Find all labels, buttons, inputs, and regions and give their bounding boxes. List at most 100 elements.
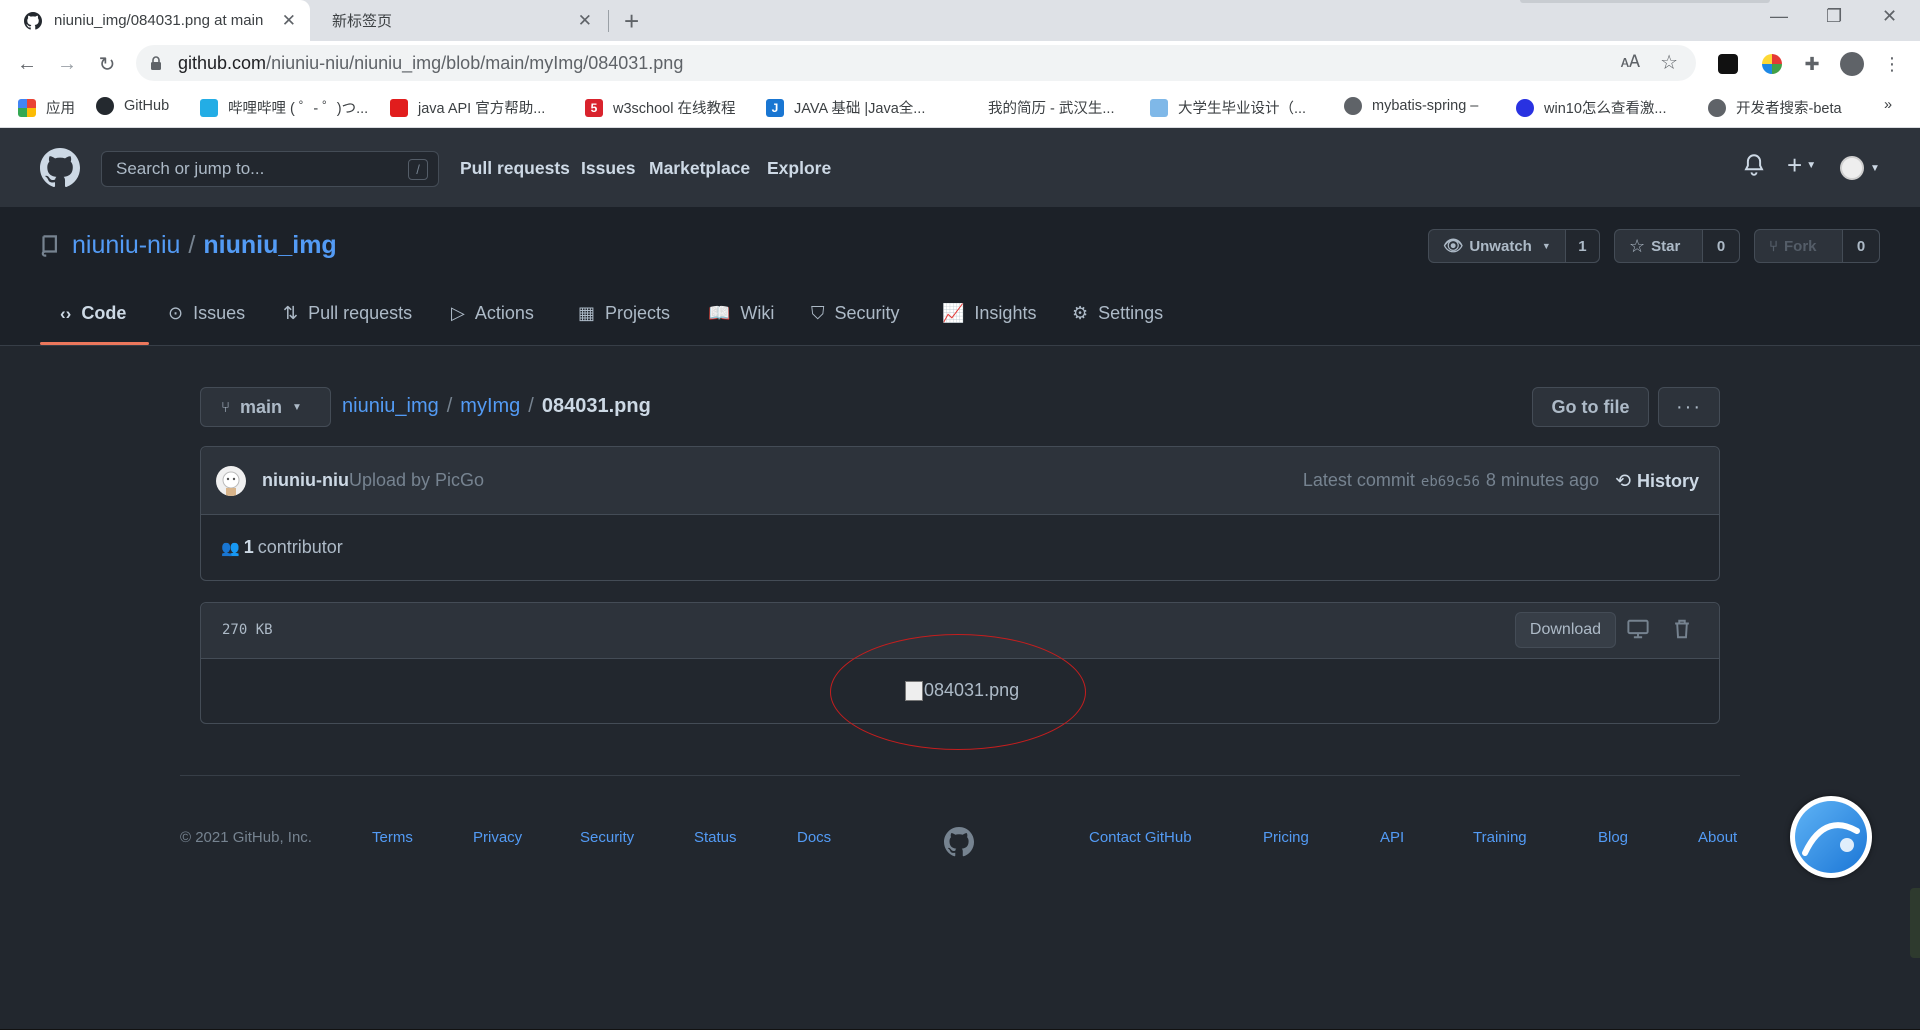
breadcrumb-repo-link[interactable]: niuniu_img — [342, 395, 439, 418]
restore-icon[interactable]: ❐ — [1826, 6, 1842, 27]
commit-message-link[interactable]: Upload by PicGo — [349, 470, 484, 491]
tab-divider — [608, 10, 609, 32]
fork-button[interactable]: ⑂ Fork 0 — [1754, 229, 1880, 263]
browser-toolbar: ← → ↻ github.com/niuniu-niu/niuniu_img/b… — [0, 41, 1920, 87]
bookmark-resume[interactable]: 我的简历 - 武汉生... — [960, 97, 1114, 118]
commit-meta: Latest commit eb69c56 8 minutes ago — [1303, 470, 1599, 491]
window-close-icon[interactable]: ✕ — [1882, 6, 1897, 27]
repo-name-link[interactable]: niuniu_img — [203, 231, 336, 260]
fork-count[interactable]: 0 — [1843, 230, 1879, 262]
create-new-menu[interactable]: + ▼ — [1787, 152, 1816, 178]
profile-icon[interactable] — [1840, 52, 1864, 76]
trash-icon[interactable] — [1671, 618, 1693, 640]
nav-marketplace[interactable]: Marketplace — [649, 158, 750, 179]
browser-menu-icon[interactable]: ⋮ — [1880, 52, 1904, 76]
footer-link-docs[interactable]: Docs — [797, 829, 831, 846]
extension-dark-icon[interactable] — [1716, 52, 1740, 76]
desktop-icon[interactable] — [1627, 618, 1649, 640]
repo-tab-insights[interactable]: 📈 Insights — [942, 303, 1036, 346]
lock-icon — [151, 56, 161, 70]
repo-tab-settings[interactable]: ⚙ Settings — [1072, 303, 1163, 346]
go-to-file-button[interactable]: Go to file — [1532, 387, 1649, 427]
translate-icon[interactable]: 🗚 — [1621, 52, 1640, 72]
browser-tab-inactive[interactable]: 新标签页 ✕ — [310, 0, 606, 41]
bookmark-apps[interactable]: 应用 — [18, 97, 75, 118]
bookmark-graduation[interactable]: 大学生毕业设计（... — [1150, 97, 1306, 118]
extension-globe-icon[interactable] — [1760, 52, 1784, 76]
download-button[interactable]: Download — [1515, 612, 1616, 648]
bookmark-w3school[interactable]: 5 w3school 在线教程 — [585, 97, 735, 118]
footer-link-contact[interactable]: Contact GitHub — [1089, 829, 1192, 846]
bookmark-java-api[interactable]: java API 官方帮助... — [390, 97, 545, 118]
extensions-puzzle-icon[interactable]: ✚ — [1800, 52, 1824, 76]
history-icon: ⟲ — [1615, 471, 1631, 492]
bookmarks-more[interactable]: » — [1884, 97, 1892, 113]
browser-tab-active[interactable]: niuniu_img/084031.png at main ✕ — [0, 0, 310, 41]
nav-issues[interactable]: Issues — [581, 158, 635, 179]
fork-main[interactable]: ⑂ Fork — [1755, 230, 1843, 262]
bookmark-java-basic[interactable]: J JAVA 基础 |Java全... — [766, 97, 925, 118]
star-button[interactable]: ☆ Star 0 — [1614, 229, 1740, 263]
github-icon — [96, 97, 114, 115]
repo-tab-projects[interactable]: ▦ Projects — [578, 303, 670, 346]
more-options-button[interactable]: ··· — [1658, 387, 1720, 427]
file-size: 270 KB — [222, 622, 273, 638]
watch-main[interactable]: 👁 Unwatch ▼ — [1429, 230, 1566, 262]
bookmark-dev-search[interactable]: 开发者搜索-beta — [1708, 97, 1842, 118]
watch-count[interactable]: 1 — [1565, 230, 1599, 262]
commit-sha-link[interactable]: eb69c56 — [1421, 474, 1480, 490]
star-count[interactable]: 0 — [1703, 230, 1739, 262]
tab-close-icon[interactable]: ✕ — [578, 11, 592, 31]
tab-close-icon[interactable]: ✕ — [282, 11, 296, 31]
repo-tab-code[interactable]: ‹› Code — [60, 303, 126, 346]
nav-pull-requests[interactable]: Pull requests — [460, 158, 570, 179]
footer-link-status[interactable]: Status — [694, 829, 737, 846]
star-main[interactable]: ☆ Star — [1615, 230, 1703, 262]
bilibili-icon — [200, 98, 218, 117]
bookmark-win10[interactable]: win10怎么查看激... — [1516, 97, 1666, 118]
history-link[interactable]: ⟲ History — [1615, 470, 1699, 493]
footer-link-about[interactable]: About — [1698, 829, 1737, 846]
browser-chrome: niuniu_img/084031.png at main ✕ 新标签页 ✕ +… — [0, 0, 1920, 128]
watch-button[interactable]: 👁 Unwatch ▼ 1 — [1428, 229, 1600, 263]
footer-link-blog[interactable]: Blog — [1598, 829, 1628, 846]
git-pull-request-icon: ⇅ — [283, 303, 299, 323]
plus-icon: + — [1787, 150, 1803, 180]
floating-assistant-ball[interactable] — [1790, 796, 1872, 878]
repo-tab-issues[interactable]: ⊙ Issues — [168, 303, 245, 346]
new-tab-icon[interactable]: + — [624, 6, 639, 37]
bookmark-star-icon[interactable]: ☆ — [1660, 50, 1678, 75]
footer-link-api[interactable]: API — [1380, 829, 1404, 846]
footer-link-training[interactable]: Training — [1473, 829, 1527, 846]
breadcrumb-dir-link[interactable]: myImg — [460, 395, 520, 418]
repo-tab-security[interactable]: ⛉ Security — [811, 303, 900, 346]
footer-link-terms[interactable]: Terms — [372, 829, 413, 846]
address-bar[interactable]: github.com/niuniu-niu/niuniu_img/blob/ma… — [136, 45, 1696, 81]
avatar[interactable] — [216, 466, 246, 496]
search-input[interactable]: Search or jump to... / — [101, 151, 439, 187]
nav-explore[interactable]: Explore — [767, 158, 831, 179]
bookmark-label: w3school 在线教程 — [613, 101, 736, 117]
repo-tab-pull-requests[interactable]: ⇅ Pull requests — [283, 303, 412, 346]
footer-link-pricing[interactable]: Pricing — [1263, 829, 1309, 846]
bookmark-bilibili[interactable]: 哔哩哔哩 ( ゜- ゜)つ... — [200, 97, 368, 118]
footer-github-logo-icon[interactable] — [944, 827, 974, 857]
reload-icon[interactable]: ↻ — [94, 51, 120, 77]
repo-tab-actions[interactable]: ▷ Actions — [451, 303, 534, 346]
footer-link-security[interactable]: Security — [580, 829, 634, 846]
forward-icon[interactable]: → — [54, 51, 80, 77]
footer-link-privacy[interactable]: Privacy — [473, 829, 522, 846]
back-icon[interactable]: ← — [14, 51, 40, 77]
bookmark-github[interactable]: GitHub — [96, 97, 169, 115]
notifications-bell-icon[interactable] — [1744, 154, 1764, 176]
user-menu[interactable]: ▼ — [1840, 156, 1880, 180]
repo-owner-link[interactable]: niuniu-niu — [72, 231, 180, 260]
minimize-icon[interactable]: — — [1770, 6, 1788, 27]
repo-tab-wiki[interactable]: 📖 Wiki — [708, 303, 774, 346]
url-path: /niuniu-niu/niuniu_img/blob/main/myImg/0… — [266, 52, 684, 73]
branch-selector[interactable]: ⑂ main ▼ — [200, 387, 331, 427]
commit-author-link[interactable]: niuniu-niu — [262, 470, 349, 491]
contributors[interactable]: 👥 1 contributor — [221, 537, 343, 558]
github-logo-icon[interactable] — [40, 148, 80, 188]
bookmark-mybatis[interactable]: mybatis-spring – — [1344, 97, 1478, 115]
